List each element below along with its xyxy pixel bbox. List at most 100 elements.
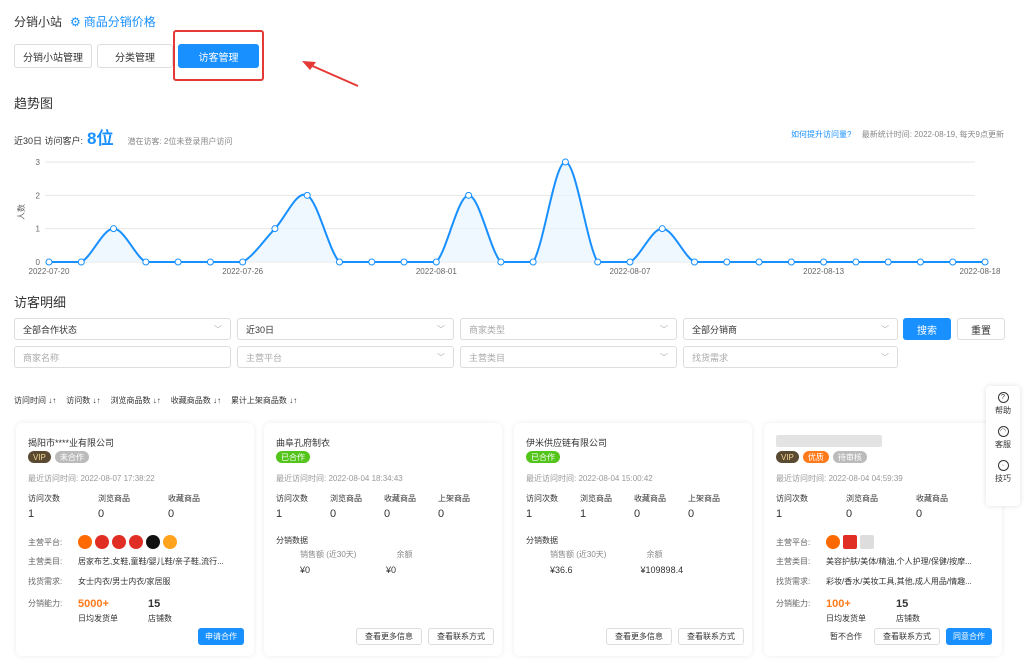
y-axis-label: 人数 (16, 204, 26, 220)
x-tick-label: 2022-07-20 (29, 267, 70, 276)
filter-distributor[interactable]: 全部分销商 ﹀ (683, 318, 898, 340)
data-point (465, 191, 473, 199)
search-button[interactable]: 搜索 (903, 318, 951, 340)
help-link[interactable]: 如何提升访问量? (791, 130, 851, 139)
tab-station-manage[interactable]: 分销小站管理 (14, 44, 92, 68)
merchant-name-input[interactable]: 商家名称 (14, 346, 231, 368)
metric-value: 0 (916, 508, 923, 520)
filter-merchant-type-value: 商家类型 (469, 324, 506, 335)
filter-merchant-type[interactable]: 商家类型 ﹀ (460, 318, 677, 340)
help-item[interactable]: ? 帮助 (995, 392, 1011, 416)
shop-count-unit: 店铺数 (148, 614, 172, 623)
price-link[interactable]: ⚙ 商品分销价格 (70, 13, 156, 30)
metric-visits: 访问次数 1 (276, 493, 330, 520)
balance-value: ¥0 (386, 565, 397, 575)
metric-value: 0 (384, 508, 391, 520)
metric-listed: 上架商品 0 (438, 493, 492, 520)
distribution-values: ¥0 ¥0 (300, 565, 396, 575)
potential-visitors: 潜在访客: 2位未登录用户访问 (127, 137, 233, 146)
sales-label: 销售额 (近30天) (550, 550, 607, 559)
chevron-down-icon: ﹀ (437, 324, 445, 334)
metric-label: 浏览商品 (98, 494, 130, 503)
filter-main-platform[interactable]: 主营平台 ﹀ (237, 346, 454, 368)
sort-label: 浏览商品数 (110, 396, 151, 405)
summary-label: 近30日 访问客户: (14, 136, 84, 146)
more-info-button[interactable]: 查看更多信息 (356, 628, 422, 645)
sort-browse-count[interactable]: 浏览商品数 ↓↑ (110, 395, 160, 406)
douyin-icon (146, 535, 160, 549)
filter-sourcing-demand-value: 找货需求 (692, 352, 729, 363)
merchant-name: 曲阜孔府制衣 (276, 438, 331, 448)
service-item[interactable]: ◠ 客服 (995, 426, 1011, 450)
decline-button[interactable]: 暂不合作 (824, 628, 868, 645)
summary-value: 8位 (87, 129, 114, 148)
sort-label: 访问数 (66, 396, 91, 405)
chevron-down-icon: ﹀ (881, 352, 889, 362)
filter-sourcing-demand[interactable]: 找货需求 ﹀ (683, 346, 898, 368)
data-point (820, 258, 828, 266)
metric-value: 0 (330, 508, 337, 520)
blurred-name (776, 435, 882, 447)
x-tick-label: 2022-08-13 (803, 267, 844, 276)
sort-label: 访问时间 (14, 396, 46, 405)
metric-listed: 上架商品 0 (688, 493, 742, 520)
kuaishou-icon (163, 535, 177, 549)
lightbulb-icon: · (997, 460, 1009, 471)
apply-coop-button[interactable]: 申请合作 (198, 628, 244, 645)
vip-badge: VIP (28, 451, 51, 463)
platform-row: 主营平台: (776, 535, 874, 549)
metric-label: 访问次数 (28, 494, 60, 503)
store-icon (860, 535, 874, 549)
category-value: 美容护肤/美体/精油,个人护理/保健/按摩... (826, 557, 972, 566)
sort-label: 收藏商品数 (170, 396, 211, 405)
filter-main-category[interactable]: 主营类目 ﹀ (460, 346, 677, 368)
data-point (368, 258, 376, 266)
balance-label: 余额 (646, 550, 663, 559)
tab-category-manage[interactable]: 分类管理 (97, 44, 173, 68)
demand-row: 找货需求: 女士内衣/男士内衣/家居服 (28, 576, 170, 587)
metric-value: 1 (28, 508, 35, 520)
tips-item[interactable]: · 技巧 (995, 460, 1011, 484)
metric-value: 0 (438, 508, 445, 520)
last-visit: 最近访问时间: 2022-08-07 17:38:22 (28, 474, 155, 483)
metric-value: 0 (846, 508, 853, 520)
1688-icon (78, 535, 92, 549)
distribution-data-title: 分销数据 (526, 536, 558, 545)
contact-button[interactable]: 查看联系方式 (874, 628, 940, 645)
metric-favorite: 收藏商品 0 (634, 493, 688, 520)
sort-icon: ↓↑ (289, 396, 298, 405)
reset-button[interactable]: 重置 (957, 318, 1005, 340)
contact-button[interactable]: 查看联系方式 (678, 628, 744, 645)
shop-count: 15 店铺数 (148, 598, 172, 624)
help-label: 帮助 (995, 406, 1011, 415)
sort-favorite-count[interactable]: 收藏商品数 ↓↑ (171, 395, 221, 406)
sort-listed-count[interactable]: 累计上架商品数 ↓↑ (231, 395, 297, 406)
metrics: 访问次数 1 浏览商品 0 收藏商品 0 上架商品 0 (276, 493, 492, 520)
category-label: 主营类目: (776, 557, 811, 566)
agree-coop-button[interactable]: 同意合作 (946, 628, 992, 645)
merchant-name: 揭阳市****业有限公司 (28, 438, 115, 448)
data-point (691, 258, 699, 266)
sort-visit-count[interactable]: 访问数 ↓↑ (66, 395, 100, 406)
capability-label: 分销能力: (776, 598, 816, 609)
demand-value: 彩妆/香水/美妆工具,其他,成人用品/情趣... (826, 577, 972, 586)
filter-coop-status[interactable]: 全部合作状态 ﹀ (14, 318, 231, 340)
data-point (271, 225, 279, 233)
metric-label: 收藏商品 (168, 494, 200, 503)
platform-label: 主营平台: (28, 537, 63, 547)
update-time: 最新统计时间: 2022-08-19, 每天9点更新 (861, 130, 1004, 139)
metric-value: 1 (526, 508, 533, 520)
jd-icon (843, 535, 857, 549)
data-point (45, 258, 53, 266)
distribution-columns: 销售额 (近30天) 余额 (300, 549, 412, 560)
data-point (303, 191, 311, 199)
sort-visit-time[interactable]: 访问时间 ↓↑ (14, 395, 56, 406)
filter-date-range[interactable]: 近30日 ﹀ (237, 318, 454, 340)
metric-label: 浏览商品 (580, 494, 612, 503)
daily-orders-unit: 日均发货单 (78, 614, 118, 623)
x-tick-label: 2022-08-07 (610, 267, 651, 276)
contact-button[interactable]: 查看联系方式 (428, 628, 494, 645)
settings-icon: ⚙ (70, 14, 81, 29)
more-info-button[interactable]: 查看更多信息 (606, 628, 672, 645)
data-point (400, 258, 408, 266)
